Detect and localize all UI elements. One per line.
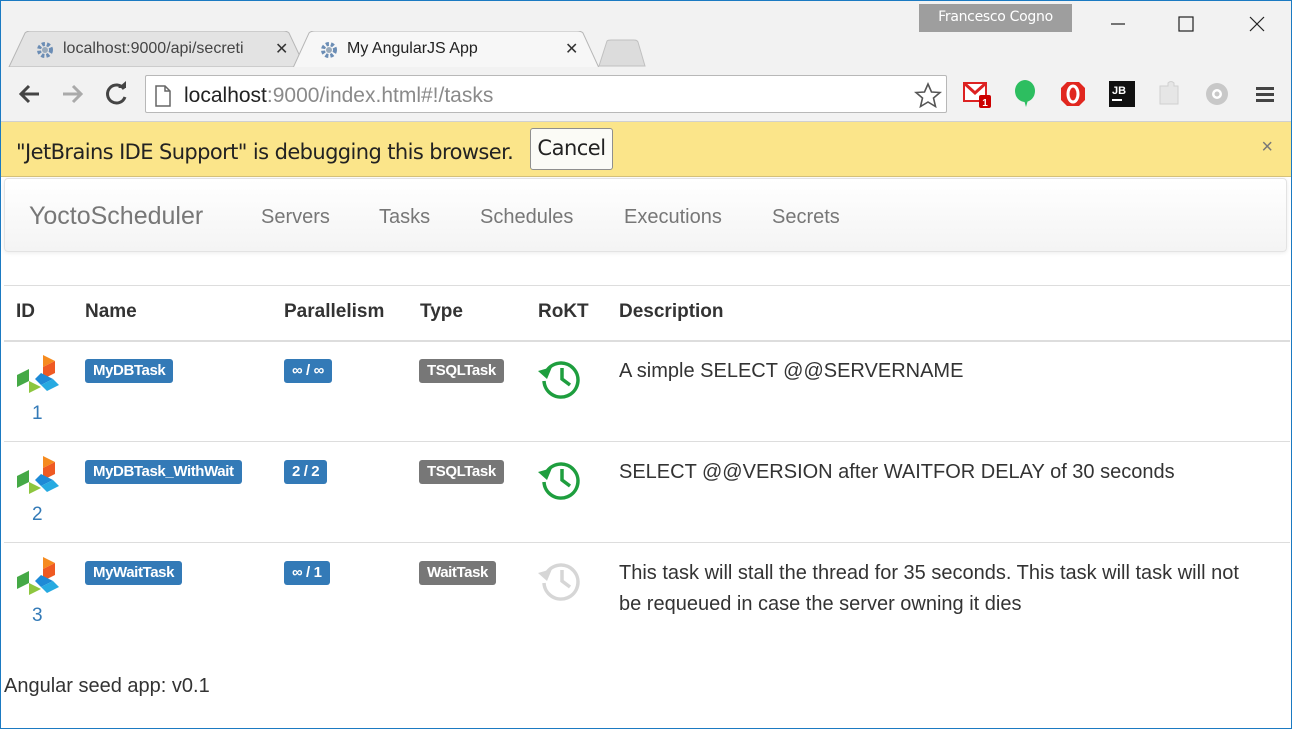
menu-icon[interactable] xyxy=(1253,80,1281,108)
table-row[interactable]: 3 MyWaitTask ∞ / 1 WaitTask This task wi… xyxy=(1,543,1291,643)
table-row[interactable]: 2 MyDBTask_WithWait 2 / 2 TSQLTask SELEC… xyxy=(1,442,1291,542)
app-navbar: YoctoScheduler Servers Tasks Schedules E… xyxy=(4,178,1287,252)
tab-title: My AngularJS App xyxy=(347,40,478,57)
forward-arrow-icon[interactable] xyxy=(59,81,85,107)
reload-icon[interactable] xyxy=(104,81,130,107)
close-window-icon[interactable] xyxy=(1242,9,1272,39)
cancel-debugging-button[interactable]: Cancel xyxy=(530,128,613,170)
url-path: :9000/index.html#!/tasks xyxy=(266,84,494,107)
browser-window: localhost:9000/api/secreti ✕ My AngularJ… xyxy=(0,0,1292,729)
dismiss-infobar-icon[interactable]: × xyxy=(1261,136,1273,159)
maximize-icon[interactable] xyxy=(1171,9,1201,39)
browser-toolbar: localhost:9000/index.html#!/tasks 1 JB xyxy=(1,67,1291,122)
url-host: localhost xyxy=(184,84,267,107)
task-description: SELECT @@VERSION after WAITFOR DELAY of … xyxy=(619,461,1175,483)
history-clock-icon-enabled xyxy=(538,462,580,500)
task-logo-icon xyxy=(17,557,59,595)
column-header-type: Type xyxy=(420,301,463,322)
debugging-infobar: "JetBrains IDE Support" is debugging thi… xyxy=(1,122,1291,177)
task-id-link[interactable]: 1 xyxy=(32,403,43,425)
nav-link-servers[interactable]: Servers xyxy=(261,206,330,229)
task-name-label[interactable]: MyWaitTask xyxy=(85,561,183,585)
svg-text:JB: JB xyxy=(1112,85,1126,97)
evernote-icon[interactable] xyxy=(1012,80,1040,108)
task-description: A simple SELECT @@SERVERNAME xyxy=(619,360,964,382)
svg-text:1: 1 xyxy=(982,98,988,109)
task-description: This task will stall the thread for 35 s… xyxy=(619,562,1239,615)
column-header-description: Description xyxy=(619,301,724,322)
url-text[interactable]: localhost:9000/index.html#!/tasks xyxy=(184,84,493,108)
brand-link[interactable]: YoctoScheduler xyxy=(29,202,203,231)
task-type-label: TSQLTask xyxy=(419,460,504,484)
task-name-label[interactable]: MyDBTask_WithWait xyxy=(85,460,242,484)
column-header-rokt: RoKT xyxy=(538,301,589,322)
task-type-label: TSQLTask xyxy=(419,359,504,383)
task-id-link[interactable]: 2 xyxy=(32,504,43,526)
profile-badge[interactable]: Francesco Cogno xyxy=(919,4,1072,32)
page-icon xyxy=(154,85,172,112)
history-clock-icon-enabled xyxy=(538,361,580,399)
new-tab-button[interactable] xyxy=(598,39,646,67)
history-clock-icon-disabled xyxy=(538,563,580,601)
nav-link-executions[interactable]: Executions xyxy=(624,206,722,229)
tab-my-angularjs-app[interactable]: My AngularJS App ✕ xyxy=(291,31,601,68)
parallelism-label: ∞ / ∞ xyxy=(284,359,332,383)
back-arrow-icon[interactable] xyxy=(17,81,43,107)
table-row[interactable]: 1 MyDBTask ∞ / ∞ TSQLTask A simple SELEC… xyxy=(1,341,1291,441)
settings-icon[interactable] xyxy=(1204,80,1232,108)
opera-vpn-icon[interactable] xyxy=(1059,80,1087,108)
address-bar[interactable]: localhost:9000/index.html#!/tasks xyxy=(145,75,947,113)
task-id-link[interactable]: 3 xyxy=(32,605,43,627)
title-bar: localhost:9000/api/secreti ✕ My AngularJ… xyxy=(1,1,1291,68)
close-tab-icon[interactable]: ✕ xyxy=(275,39,288,59)
puzzle-icon[interactable] xyxy=(1156,80,1184,108)
infobar-message: "JetBrains IDE Support" is debugging thi… xyxy=(16,140,514,164)
task-logo-icon xyxy=(17,456,59,494)
tab-api-secrets[interactable]: localhost:9000/api/secreti ✕ xyxy=(7,31,306,67)
footer-version: Angular seed app: v0.1 xyxy=(4,675,210,697)
minimize-icon[interactable] xyxy=(1105,9,1135,39)
parallelism-label: 2 / 2 xyxy=(284,460,328,484)
close-tab-icon[interactable]: ✕ xyxy=(565,39,578,59)
task-type-label: WaitTask xyxy=(419,561,496,585)
column-header-name: Name xyxy=(85,301,137,322)
jetbrains-icon[interactable]: JB xyxy=(1108,80,1136,108)
parallelism-label: ∞ / 1 xyxy=(284,561,330,585)
angular-gear-favicon-icon xyxy=(319,40,339,60)
table-top-border xyxy=(4,285,1290,286)
angular-gear-favicon-icon xyxy=(35,40,55,60)
nav-link-tasks[interactable]: Tasks xyxy=(379,206,430,229)
tab-title: localhost:9000/api/secreti xyxy=(63,40,244,57)
task-logo-icon xyxy=(17,355,59,393)
gmail-notifier-icon[interactable]: 1 xyxy=(962,80,991,109)
column-header-id: ID xyxy=(16,301,35,322)
task-name-label[interactable]: MyDBTask xyxy=(85,359,174,383)
nav-link-secrets[interactable]: Secrets xyxy=(772,206,840,229)
column-header-parallelism: Parallelism xyxy=(284,301,385,322)
nav-link-schedules[interactable]: Schedules xyxy=(480,206,573,229)
bookmark-star-icon[interactable] xyxy=(913,82,943,113)
